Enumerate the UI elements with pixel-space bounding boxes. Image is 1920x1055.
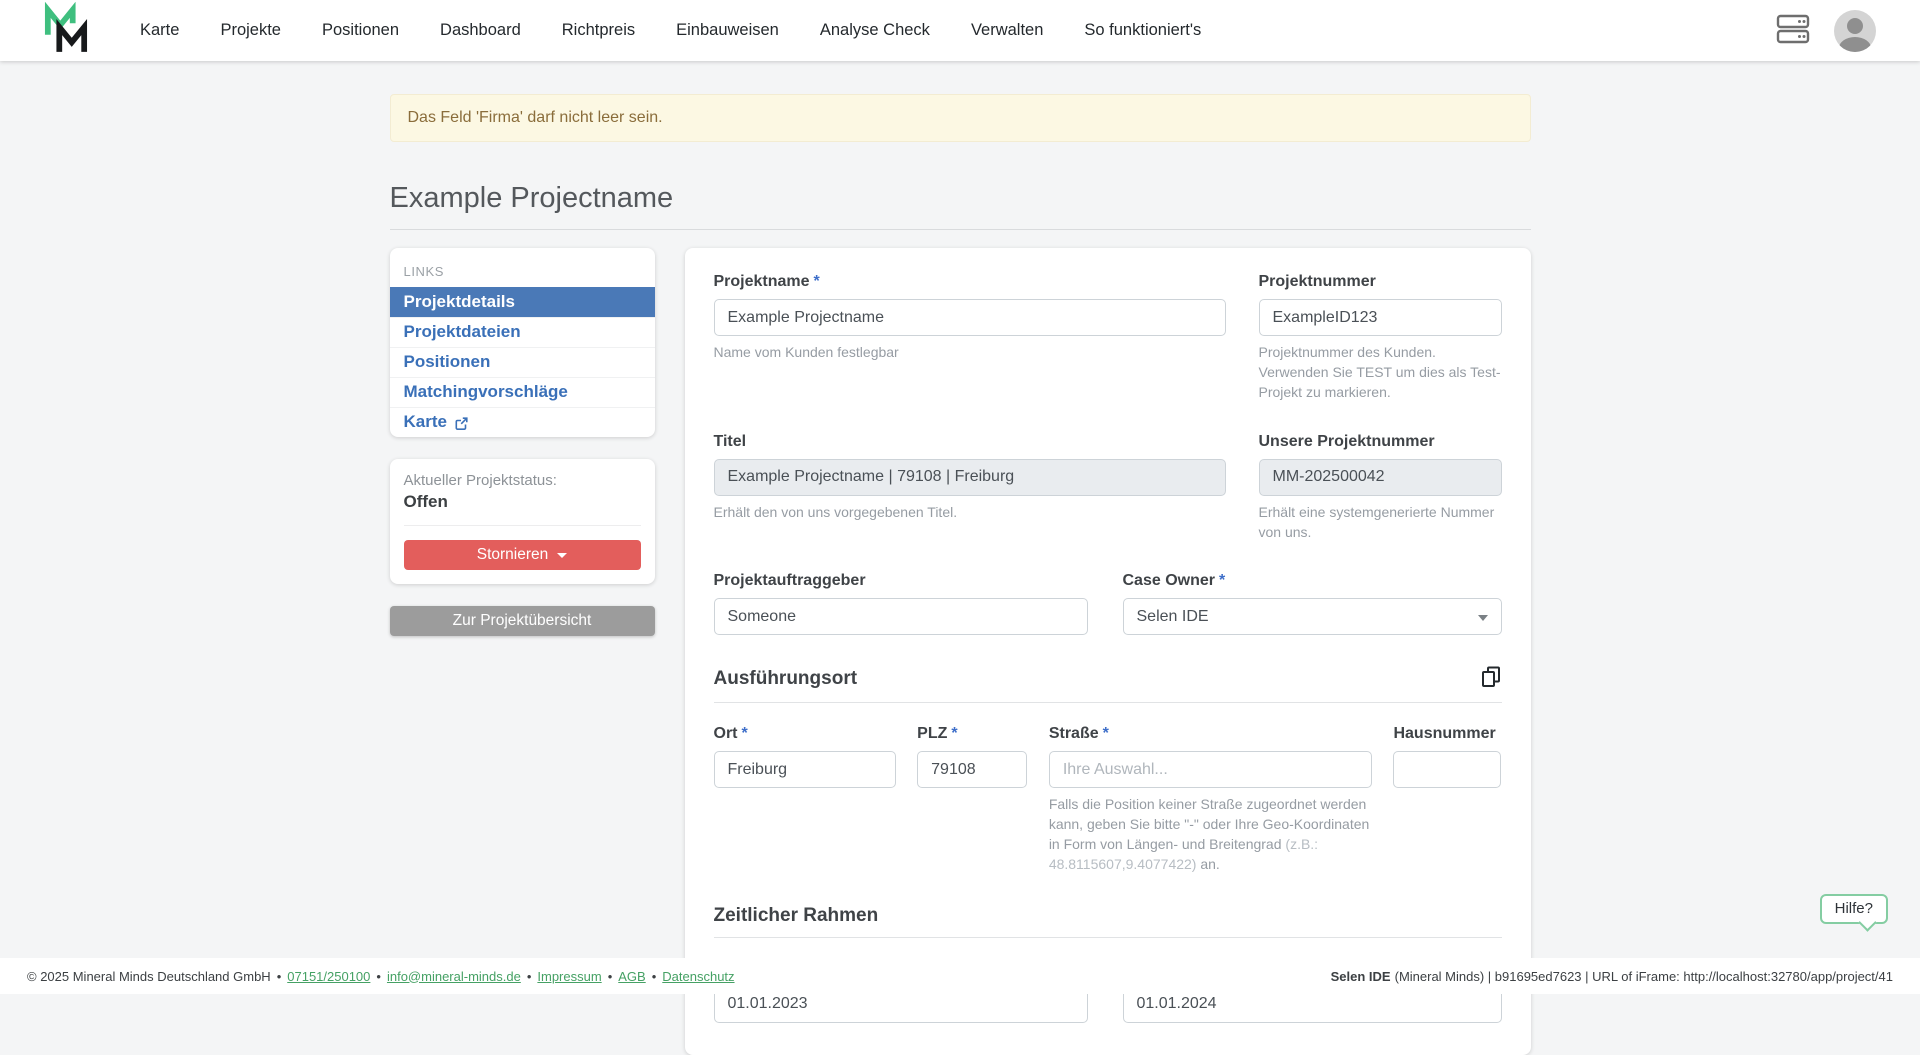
server-icon — [1776, 13, 1810, 48]
titel-helper: Erhält den von uns vorgegebenen Titel. — [714, 503, 1226, 523]
status-label: Aktueller Projektstatus: — [404, 472, 641, 489]
required-asterisk: * — [742, 725, 748, 742]
plz-label: PLZ* — [917, 725, 1027, 743]
external-link-icon — [454, 416, 469, 431]
required-asterisk: * — [814, 273, 820, 290]
projektname-input[interactable] — [714, 299, 1226, 336]
main-nav: Karte Projekte Positionen Dashboard Rich… — [140, 21, 1201, 40]
sidebar-item-matchingvorschlaege[interactable]: Matchingvorschläge — [390, 377, 655, 407]
nav-item-richtpreis[interactable]: Richtpreis — [562, 21, 635, 39]
ort-label: Ort* — [714, 725, 896, 743]
ort-input[interactable] — [714, 751, 896, 788]
footer-link-datenschutz[interactable]: Datenschutz — [662, 969, 734, 984]
strasse-helper: Falls die Position keiner Straße zugeord… — [1049, 795, 1372, 875]
user-avatar[interactable] — [1834, 10, 1876, 52]
footer: © 2025 Mineral Minds Deutschland GmbH • … — [0, 958, 1920, 994]
case-owner-value: Selen IDE — [1137, 608, 1209, 626]
status-value: Offen — [404, 492, 641, 512]
plz-input[interactable] — [917, 751, 1027, 788]
footer-session-details: (Mineral Minds) | b91695ed7623 | URL of … — [1395, 969, 1893, 984]
section-divider — [714, 702, 1502, 703]
hausnummer-label: Hausnummer — [1393, 725, 1501, 743]
server-status-button[interactable] — [1776, 13, 1810, 48]
section-title-zeitlicher-rahmen: Zeitlicher Rahmen — [714, 905, 879, 927]
nav-item-positionen[interactable]: Positionen — [322, 21, 399, 39]
footer-link-phone[interactable]: 07151/250100 — [287, 969, 370, 984]
links-card-header: LINKS — [390, 258, 655, 287]
strasse-input[interactable] — [1049, 751, 1372, 788]
cancel-project-button[interactable]: Stornieren — [404, 540, 641, 570]
footer-separator: • — [376, 969, 381, 984]
help-button[interactable]: Hilfe? — [1820, 894, 1888, 924]
page-title: Example Projectname — [390, 182, 1531, 230]
nav-item-analyse-check[interactable]: Analyse Check — [820, 21, 930, 39]
projektname-helper: Name vom Kunden festlegbar — [714, 343, 1226, 363]
required-asterisk: * — [1219, 572, 1225, 589]
unsere-projektnummer-helper: Erhält eine systemgenerierte Nummer von … — [1259, 503, 1502, 543]
sidebar-item-karte-label: Karte — [404, 412, 447, 432]
project-status-card: Aktueller Projektstatus: Offen Storniere… — [390, 459, 655, 584]
footer-link-email[interactable]: info@mineral-minds.de — [387, 969, 521, 984]
projektname-label: Projektname* — [714, 273, 1226, 291]
copy-icon — [1480, 665, 1502, 692]
footer-session-info: Selen IDE (Mineral Minds) | b91695ed7623 … — [1331, 969, 1893, 984]
section-title-ausfuehrungsort: Ausführungsort — [714, 668, 858, 690]
projektnummer-helper: Projektnummer des Kunden. Verwenden Sie … — [1259, 343, 1502, 403]
projektnummer-label: Projektnummer — [1259, 273, 1502, 291]
required-asterisk: * — [951, 725, 957, 742]
back-to-overview-button[interactable]: Zur Projektübersicht — [390, 606, 655, 636]
nav-item-verwalten[interactable]: Verwalten — [971, 21, 1043, 39]
titel-input — [714, 459, 1226, 496]
unsere-projektnummer-input — [1259, 459, 1502, 496]
footer-separator: • — [277, 969, 282, 984]
footer-user: Selen IDE — [1331, 969, 1391, 984]
case-owner-label: Case Owner* — [1123, 572, 1502, 590]
chevron-down-icon — [557, 553, 567, 558]
footer-separator: • — [527, 969, 532, 984]
nav-item-so-funktionierts[interactable]: So funktioniert's — [1084, 21, 1201, 39]
brand-logo[interactable] — [44, 2, 88, 59]
footer-copyright: © 2025 Mineral Minds Deutschland GmbH — [27, 969, 271, 984]
sidebar-item-karte[interactable]: Karte — [390, 407, 655, 437]
required-asterisk: * — [1103, 725, 1109, 742]
nav-item-karte[interactable]: Karte — [140, 21, 179, 39]
footer-separator: • — [652, 969, 657, 984]
hausnummer-input[interactable] — [1393, 751, 1501, 788]
top-navbar: Karte Projekte Positionen Dashboard Rich… — [0, 0, 1920, 61]
case-owner-select[interactable]: Selen IDE — [1123, 598, 1502, 635]
footer-link-agb[interactable]: AGB — [618, 969, 645, 984]
copy-address-button[interactable] — [1480, 665, 1502, 692]
validation-warning-banner: Das Feld 'Firma' darf nicht leer sein. — [390, 94, 1531, 142]
mineral-minds-logo-icon — [44, 2, 88, 59]
footer-link-impressum[interactable]: Impressum — [537, 969, 601, 984]
projektauftraggeber-label: Projektauftraggeber — [714, 572, 1088, 590]
project-links-card: LINKS Projektdetails Projektdateien Posi… — [390, 248, 655, 437]
nav-item-einbauweisen[interactable]: Einbauweisen — [676, 21, 779, 39]
sidebar-item-projektdateien[interactable]: Projektdateien — [390, 317, 655, 347]
titel-label: Titel — [714, 433, 1226, 451]
unsere-projektnummer-label: Unsere Projektnummer — [1259, 433, 1502, 451]
nav-item-dashboard[interactable]: Dashboard — [440, 21, 521, 39]
sidebar-item-projektdetails[interactable]: Projektdetails — [390, 287, 655, 317]
select-caret-icon — [1478, 615, 1488, 621]
status-divider — [404, 525, 641, 526]
section-divider — [714, 937, 1502, 938]
project-details-form: Projektname* Name vom Kunden festlegbar … — [685, 248, 1531, 1055]
nav-item-projekte[interactable]: Projekte — [220, 21, 281, 39]
cancel-project-label: Stornieren — [477, 546, 549, 564]
footer-legal: © 2025 Mineral Minds Deutschland GmbH • … — [27, 969, 735, 984]
left-sidebar: LINKS Projektdetails Projektdateien Posi… — [390, 248, 655, 636]
footer-separator: • — [608, 969, 613, 984]
projektauftraggeber-input[interactable] — [714, 598, 1088, 635]
projektnummer-input[interactable] — [1259, 299, 1502, 336]
sidebar-item-positionen[interactable]: Positionen — [390, 347, 655, 377]
strasse-label: Straße* — [1049, 725, 1372, 743]
